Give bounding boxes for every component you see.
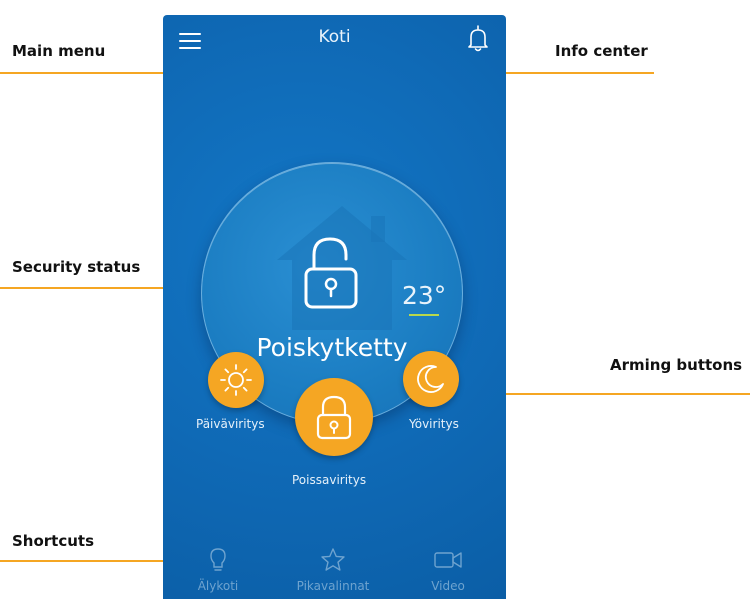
temperature-value: 23° xyxy=(402,281,447,310)
bell-icon[interactable] xyxy=(466,25,490,53)
star-icon xyxy=(321,548,345,571)
unlocked-padlock-icon xyxy=(304,237,358,309)
day-arm-button[interactable] xyxy=(208,352,264,408)
callout-arming-buttons: Arming buttons xyxy=(610,356,743,374)
video-camera-icon xyxy=(434,552,462,568)
callout-arming-buttons-line xyxy=(478,393,750,395)
nav-item-video[interactable]: Video xyxy=(398,547,498,593)
night-arm-label: Yöviritys xyxy=(409,417,459,431)
nav-label-video: Video xyxy=(431,579,465,593)
callout-shortcuts: Shortcuts xyxy=(12,532,95,550)
sun-icon xyxy=(220,364,252,396)
page-title: Koti xyxy=(318,27,351,47)
moon-icon xyxy=(417,365,444,393)
callout-security-status: Security status xyxy=(12,258,141,276)
callout-info-center: Info center xyxy=(555,42,648,60)
phone-screen: Koti 23° Poiskytketty Päiväviritys Poiss… xyxy=(163,15,506,599)
temperature-underline xyxy=(409,314,439,316)
away-arm-button[interactable] xyxy=(295,378,373,456)
day-arm-label: Päiväviritys xyxy=(196,417,265,431)
callout-main-menu-line xyxy=(0,72,190,74)
nav-item-pikavalinnat[interactable]: Pikavalinnat xyxy=(283,547,383,593)
lightbulb-icon xyxy=(210,548,226,571)
nav-label-alykoti: Älykoti xyxy=(197,579,239,593)
top-bar: Koti xyxy=(163,15,506,65)
padlock-icon xyxy=(316,395,352,440)
night-arm-button[interactable] xyxy=(403,351,459,407)
nav-item-alykoti[interactable]: Älykoti xyxy=(168,547,268,593)
away-arm-label: Poissaviritys xyxy=(292,473,367,487)
callout-main-menu: Main menu xyxy=(12,42,106,60)
nav-label-pikavalinnat: Pikavalinnat xyxy=(296,579,370,593)
callout-shortcuts-line xyxy=(0,560,186,562)
